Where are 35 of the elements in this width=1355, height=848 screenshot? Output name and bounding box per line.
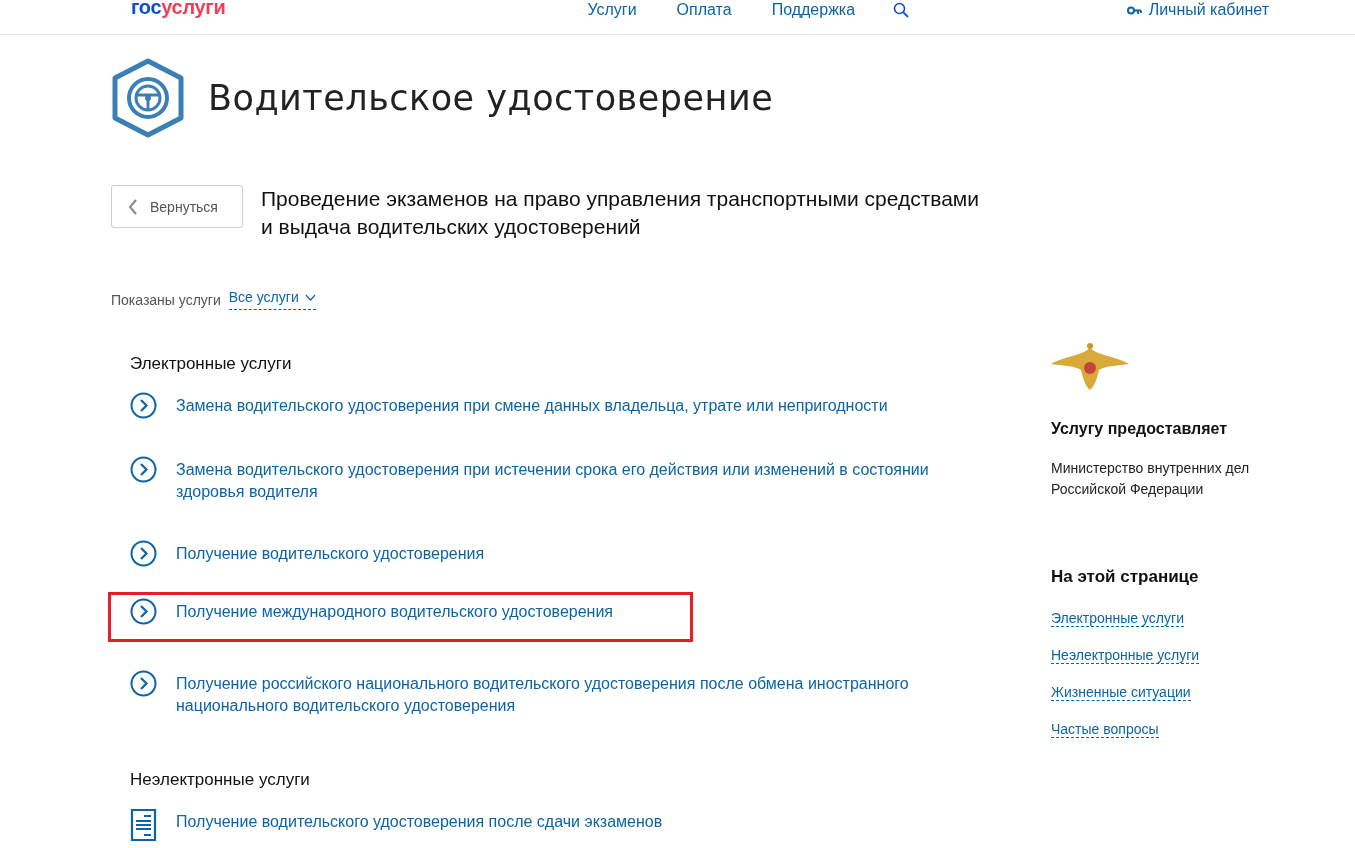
chevron-circle-icon: [130, 670, 157, 697]
service-link[interactable]: Получение водительского удостоверения после сдачи экзаменов: [176, 811, 663, 833]
search-icon[interactable]: [893, 2, 910, 18]
filter-label: Показаны услуги: [111, 291, 221, 308]
back-button[interactable]: Вернуться: [111, 185, 243, 228]
group-heading: Неэлектронные услуги: [130, 770, 311, 790]
toc-heading: На этой странице: [1051, 567, 1200, 587]
caret-icon: [304, 293, 316, 301]
group-heading: Электронные услуги: [130, 354, 293, 374]
chevron-circle-icon: [130, 598, 157, 625]
key-icon: [1126, 5, 1142, 15]
chevron-circle-icon: [130, 540, 157, 567]
nav-link[interactable]: Поддержка: [771, 1, 856, 19]
gosuslugi-logo[interactable]: госуслуги: [131, 0, 226, 16]
steering-wheel-icon: [110, 58, 186, 138]
service-link[interactable]: Замена водительского удостоверения при истечении срока его действия или изменений в состоянии здоровья водителя: [176, 459, 950, 503]
nav-link[interactable]: Оплата: [676, 1, 732, 19]
chevron-circle-icon: [130, 456, 157, 483]
page-title: Водительское удостоверение: [208, 78, 774, 118]
toc-link[interactable]: Жизненные ситуации: [1051, 684, 1191, 701]
account-link[interactable]: Личный кабинет: [1126, 0, 1269, 20]
chevron-circle-icon: [130, 392, 157, 419]
provider-heading: Услугу предоставляет: [1051, 420, 1229, 438]
section-title: Проведение экзаменов на право управления транспортными средствами и выдача водительских удостоверений: [261, 186, 981, 240]
nav-link[interactable]: Услуги: [587, 1, 637, 19]
provider-text: Министерство внутренних дел Российской Федерации: [1051, 459, 1251, 499]
toc-link[interactable]: Электронные услуги: [1051, 610, 1184, 627]
service-link[interactable]: Замена водительского удостоверения при смене данных владельца, утрате или непригодности: [176, 395, 888, 417]
service-link[interactable]: Получение водительского удостоверения: [176, 543, 485, 565]
service-link[interactable]: Получение российского национального водительского удостоверения после обмена иностранного национального водительского удостоверения: [176, 673, 950, 717]
chevron-left-icon: [128, 197, 138, 216]
services-dropdown[interactable]: Все услуги: [228, 289, 316, 310]
toc-link[interactable]: Неэлектронные услуги: [1051, 647, 1200, 664]
document-icon: [130, 808, 157, 842]
toc-link[interactable]: Частые вопросы: [1051, 721, 1159, 738]
